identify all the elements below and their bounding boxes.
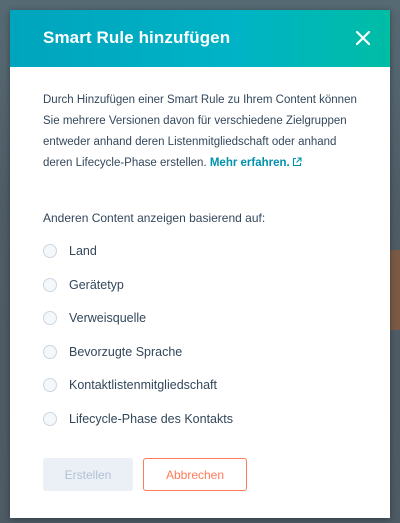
intro-description: Durch Hinzufügen einer Smart Rule zu Ihr… [43, 94, 357, 169]
radio-button[interactable] [43, 277, 57, 292]
modal-body: Durch Hinzufügen einer Smart Rule zu Ihr… [43, 90, 363, 174]
close-button[interactable] [352, 27, 374, 49]
radio-option-land[interactable]: Land [43, 240, 363, 262]
radio-button[interactable] [43, 378, 57, 393]
radio-button[interactable] [43, 244, 57, 258]
learn-more-link[interactable]: Mehr erfahren. [210, 157, 302, 169]
close-icon [355, 30, 371, 46]
radio-label: Gerätetyp [69, 277, 124, 292]
external-link-icon [292, 157, 302, 167]
background-page-element [390, 250, 400, 330]
radio-label: Kontaktlistenmitgliedschaft [69, 378, 217, 393]
radio-button[interactable] [43, 344, 57, 359]
radio-label: Bevorzugte Sprache [69, 344, 183, 359]
radio-option-kontaktliste[interactable]: Kontaktlistenmitgliedschaft [43, 374, 363, 396]
radio-option-sprache[interactable]: Bevorzugte Sprache [43, 341, 363, 363]
modal-title: Smart Rule hinzufügen [43, 28, 231, 47]
radio-label: Land [69, 244, 97, 258]
smart-rule-modal: Smart Rule hinzufügen Durch Hinzufügen e… [10, 10, 390, 518]
learn-more-label: Mehr erfahren. [209, 157, 290, 169]
cancel-button[interactable]: Abbrechen [143, 458, 247, 491]
radio-option-list: Land Gerätetyp Verweisquelle Bevorzugte … [43, 240, 363, 442]
section-label: Anderen Content anzeigen basierend auf: [43, 211, 266, 225]
radio-option-geraetetyp[interactable]: Gerätetyp [43, 274, 363, 296]
modal-header: Smart Rule hinzufügen [10, 10, 390, 67]
create-button[interactable]: Erstellen [43, 458, 133, 491]
radio-button[interactable] [43, 311, 57, 326]
radio-option-verweisquelle[interactable]: Verweisquelle [43, 307, 363, 329]
radio-label: Verweisquelle [69, 311, 147, 326]
intro-text: Durch Hinzufügen einer Smart Rule zu Ihr… [43, 90, 363, 174]
radio-label: Lifecycle-Phase des Kontakts [69, 411, 233, 426]
radio-button[interactable] [43, 411, 57, 426]
radio-option-lifecycle[interactable]: Lifecycle-Phase des Kontakts [43, 408, 363, 430]
